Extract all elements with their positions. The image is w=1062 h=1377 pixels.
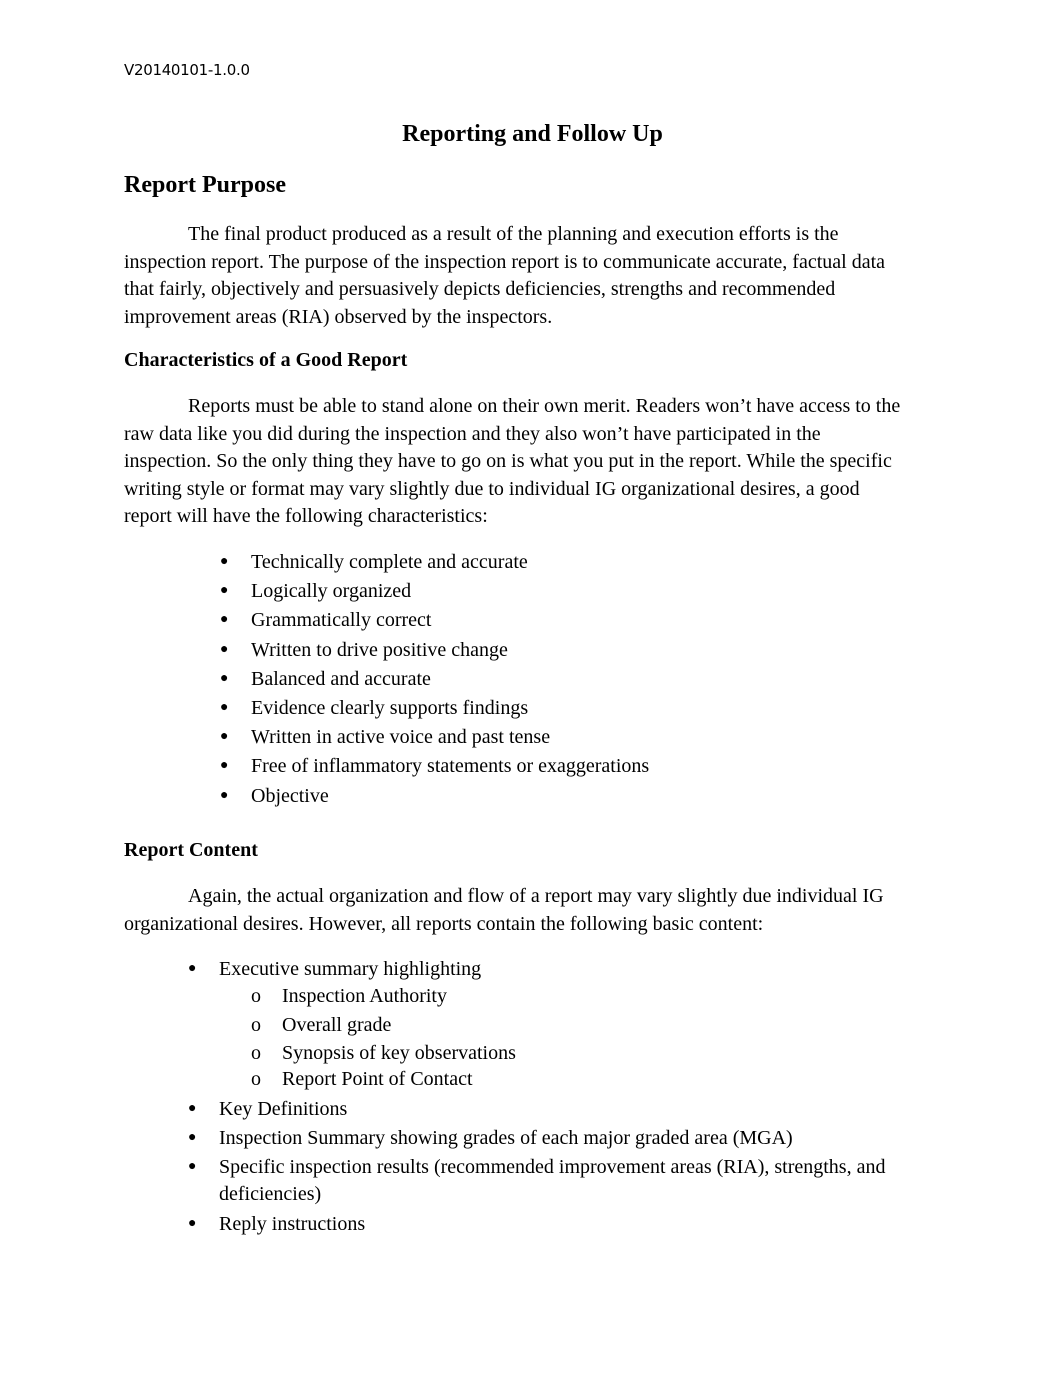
list-item: ● Reply instructions (188, 1213, 885, 1242)
bullet-icon: ● (188, 1159, 197, 1174)
sub-bullet-icon: o (251, 1068, 261, 1090)
sub-bullet-icon: o (251, 985, 261, 1007)
list-item-text: Written in active voice and past tense (251, 726, 551, 749)
sub-list-item: o Inspection Authority (188, 985, 885, 1014)
characteristics-list: ● Technically complete and accurate ● Logi… (220, 551, 649, 814)
list-item-text: Evidence clearly supports findings (251, 696, 529, 719)
list-item-text: Technically complete and accurate (251, 551, 528, 573)
list-item-text: Logically organized (251, 580, 412, 603)
document-title: Reporting and Follow Up (0, 121, 1062, 148)
bullet-icon: ● (220, 612, 229, 628)
list-item: ● Written in active voice and past tense (220, 726, 649, 755)
report-content-paragraph: Again, the actual organization and flow … (124, 883, 939, 938)
paragraph-line: that fairly, objectively and persuasivel… (124, 278, 836, 300)
sub-list-item-text: Synopsis of key observations (282, 1042, 516, 1064)
list-item-text-continued: deficiencies) (219, 1183, 322, 1205)
sub-list-item-text: Overall grade (282, 1013, 392, 1036)
bullet-icon: ● (220, 758, 229, 774)
characteristics-paragraph: Reports must be able to stand alone on t… (124, 393, 939, 531)
bullet-icon: ● (220, 787, 229, 803)
bullet-icon: ● (188, 1216, 197, 1231)
paragraph-line: report will have the following character… (124, 505, 488, 527)
bullet-icon: ● (220, 641, 229, 657)
sub-list-item: o Synopsis of key observations (188, 1042, 885, 1068)
document-page: V20140101-1.0.0 Reporting and Follow Up … (0, 0, 1062, 1377)
list-item: ● Written to drive positive change (220, 639, 649, 668)
sub-list-item-text: Inspection Authority (282, 985, 447, 1007)
bullet-icon: ● (220, 554, 229, 569)
version-label: V20140101-1.0.0 (124, 61, 250, 79)
list-item: ● Objective (220, 785, 649, 814)
list-item: ● Inspection Summary showing grades of ea… (188, 1127, 885, 1156)
report-purpose-paragraph: The final product produced as a result o… (124, 221, 939, 331)
list-item: ● Grammatically correct (220, 609, 649, 638)
document-title-text: Reporting and Follow Up (402, 121, 663, 147)
list-item: ● Logically organized (220, 580, 649, 609)
paragraph-line: inspection report. The purpose of the in… (124, 250, 886, 273)
list-item-text: Objective (251, 784, 329, 807)
report-content-list: ● Executive summary highlighting o Inspect… (188, 958, 885, 1242)
paragraph-line: writing style or format may vary slightl… (124, 477, 860, 500)
list-item-text: Written to drive positive change (251, 638, 508, 661)
paragraph-line: organizational desires. However, all rep… (124, 912, 764, 935)
list-item-text: Specific inspection results (recommended… (219, 1156, 886, 1178)
bullet-icon: ● (188, 1130, 197, 1145)
bullet-icon: ● (220, 729, 229, 745)
sub-list-item-text: Report Point of Contact (282, 1068, 473, 1090)
paragraph-line: Again, the actual organization and flow … (188, 885, 884, 907)
bullet-icon: ● (188, 1101, 197, 1116)
list-item-text: Reply instructions (219, 1213, 366, 1235)
paragraph-line: inspection. So the only thing they have … (124, 450, 892, 472)
paragraph-line: The final product produced as a result o… (188, 223, 839, 245)
list-item: ● Technically complete and accurate (220, 551, 649, 580)
list-item: ● Key Definitions (188, 1098, 885, 1127)
section-heading-report-purpose: Report Purpose (124, 172, 286, 198)
list-item-text: Grammatically correct (251, 609, 432, 632)
paragraph-line: raw data like you did during the inspect… (124, 422, 821, 445)
list-item-text: Executive summary highlighting (219, 958, 482, 980)
list-item-text: Key Definitions (219, 1098, 348, 1120)
paragraph-line: improvement areas (RIA) observed by the … (124, 305, 553, 328)
paragraph-line: Reports must be able to stand alone on t… (188, 395, 901, 417)
bullet-icon: ● (220, 699, 229, 715)
list-item-text: Free of inflammatory statements or exagg… (251, 755, 650, 778)
sub-list-item: o Overall grade (188, 1014, 885, 1043)
bullet-icon: ● (188, 961, 197, 976)
list-item-text: Balanced and accurate (251, 667, 431, 690)
list-item: ● Evidence clearly supports findings (220, 697, 649, 726)
bullet-icon: ● (220, 583, 229, 599)
list-item: ● Specific inspection results (recommende… (188, 1156, 885, 1213)
sub-list-item: o Report Point of Contact (188, 1068, 885, 1098)
list-item-text: Inspection Summary showing grades of eac… (219, 1127, 793, 1149)
section-heading-characteristics: Characteristics of a Good Report (124, 349, 408, 371)
list-item: ● Executive summary highlighting (188, 958, 885, 985)
sub-bullet-icon: o (251, 1042, 261, 1064)
list-item: ● Free of inflammatory statements or exag… (220, 755, 649, 784)
section-heading-report-content: Report Content (124, 839, 258, 861)
sub-bullet-icon: o (251, 1013, 261, 1036)
bullet-icon: ● (220, 670, 229, 686)
list-item: ● Balanced and accurate (220, 668, 649, 697)
